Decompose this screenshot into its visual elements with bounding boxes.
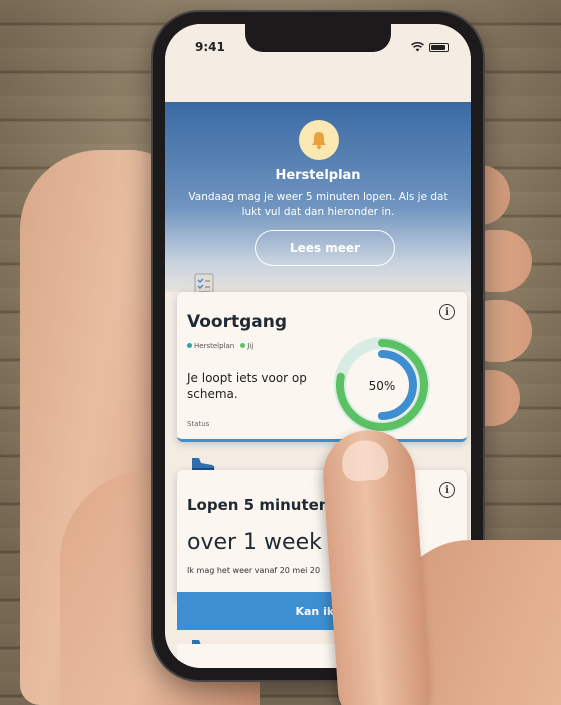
- info-icon[interactable]: i: [439, 482, 455, 498]
- battery-icon: [429, 42, 449, 52]
- banner-title: Herstelplan: [275, 168, 361, 183]
- wifi-icon: [411, 42, 424, 52]
- recovery-plan-banner: Herstelplan Vandaag mag je weer 5 minute…: [165, 102, 471, 292]
- bell-icon: [299, 120, 339, 160]
- progress-donut: 50%: [334, 337, 430, 433]
- progress-message: Je loopt iets voor op schema.: [187, 371, 307, 402]
- status-icons: [411, 42, 449, 52]
- progress-title: Voortgang: [187, 312, 288, 332]
- progress-legend: Herstelplan Jij: [187, 342, 253, 350]
- legend-item: Herstelplan: [187, 342, 234, 350]
- walking-countdown: over 1 week: [187, 530, 322, 555]
- legend-dot: [187, 343, 192, 348]
- donut-percent-label: 50%: [369, 379, 396, 393]
- walking-title: Lopen 5 minuten: [187, 496, 330, 514]
- walking-subtext: Ik mag het weer vanaf 20 mei 20: [187, 566, 321, 575]
- read-more-button[interactable]: Lees meer: [255, 230, 395, 266]
- legend-dot: [240, 343, 246, 348]
- progress-card[interactable]: Voortgang i Herstelplan Jij Je loopt iet…: [177, 292, 467, 442]
- status-label: Status: [187, 420, 210, 428]
- status-time: 9:41: [195, 40, 225, 54]
- legend-label: Herstelplan: [194, 342, 235, 350]
- phone-notch: [245, 24, 391, 52]
- legend-label: Jij: [247, 342, 254, 350]
- legend-item: Jij: [240, 342, 253, 350]
- info-icon[interactable]: i: [439, 304, 455, 320]
- banner-text: Vandaag mag je weer 5 minuten lopen. Als…: [188, 191, 448, 218]
- fingernail: [340, 438, 390, 483]
